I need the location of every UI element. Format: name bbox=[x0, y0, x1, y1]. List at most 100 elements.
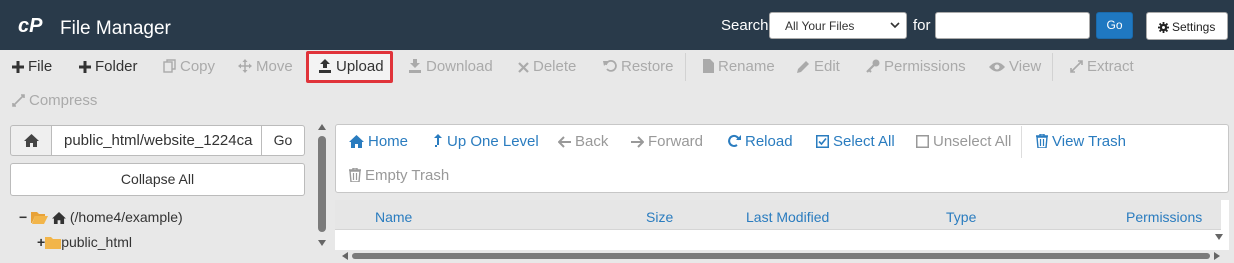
forward-button[interactable]: Forward bbox=[631, 133, 703, 150]
delete-button[interactable]: Delete bbox=[518, 58, 576, 75]
tree-item-public-html[interactable]: + public_html bbox=[37, 234, 132, 250]
column-header-name[interactable]: Name bbox=[375, 209, 412, 225]
app-title: File Manager bbox=[60, 18, 171, 39]
search-label: Search bbox=[721, 17, 769, 34]
select-all-label: Select All bbox=[833, 133, 895, 150]
settings-label: Settings bbox=[1172, 20, 1216, 34]
compress-label: Compress bbox=[29, 92, 98, 109]
permissions-button[interactable]: Permissions bbox=[866, 58, 966, 75]
left-scrollbar-thumb[interactable] bbox=[318, 136, 326, 232]
copy-label: Copy bbox=[180, 58, 216, 75]
arrow-left-icon bbox=[558, 136, 571, 148]
file-icon bbox=[703, 59, 714, 73]
home-icon bbox=[349, 135, 364, 148]
new-folder-label: Folder bbox=[95, 58, 138, 75]
scroll-left-arrow-icon[interactable] bbox=[342, 252, 348, 260]
chevron-down-icon bbox=[890, 20, 900, 30]
home-label: Home bbox=[368, 133, 409, 150]
upload-icon bbox=[319, 59, 331, 73]
plus-icon bbox=[79, 61, 91, 73]
download-label: Download bbox=[426, 58, 493, 75]
tree-item-home[interactable]: − (/home4/example) bbox=[19, 209, 183, 225]
level-up-icon bbox=[434, 134, 442, 147]
upload-label: Upload bbox=[336, 58, 384, 75]
checkbox-empty-icon bbox=[916, 135, 929, 148]
forward-label: Forward bbox=[648, 133, 704, 150]
scroll-up-arrow-icon[interactable] bbox=[318, 124, 326, 130]
gear-icon bbox=[1158, 22, 1169, 33]
cpanel-logo-icon[interactable]: cP bbox=[18, 14, 50, 36]
actions-divider bbox=[1021, 126, 1022, 158]
back-label: Back bbox=[575, 133, 609, 150]
rename-label: Rename bbox=[718, 58, 775, 75]
trash-icon bbox=[349, 168, 361, 182]
extract-button[interactable]: Extract bbox=[1070, 58, 1134, 75]
restore-button[interactable]: Restore bbox=[603, 58, 674, 75]
toolbar-divider bbox=[1052, 53, 1053, 81]
tree-item-label: (/home4/example) bbox=[69, 209, 183, 225]
scroll-down-arrow-icon[interactable] bbox=[318, 240, 326, 246]
expand-icon bbox=[1070, 60, 1083, 73]
undo-icon bbox=[603, 60, 617, 72]
checkbox-checked-icon bbox=[816, 135, 829, 148]
toolbar-divider bbox=[685, 53, 686, 81]
column-header-type[interactable]: Type bbox=[946, 209, 976, 225]
reload-button[interactable]: Reload bbox=[727, 133, 793, 150]
new-folder-button[interactable]: Folder bbox=[79, 58, 138, 75]
compress-button[interactable]: Compress bbox=[12, 92, 97, 109]
permissions-label: Permissions bbox=[884, 58, 966, 75]
search-scope-value: All Your Files bbox=[785, 19, 855, 33]
upload-button[interactable]: Upload bbox=[318, 58, 384, 75]
view-label: View bbox=[1009, 58, 1042, 75]
copy-button[interactable]: Copy bbox=[163, 58, 215, 75]
path-go-button[interactable]: Go bbox=[261, 125, 305, 156]
table-scroll-down-icon[interactable] bbox=[1215, 234, 1223, 240]
move-button[interactable]: Move bbox=[238, 58, 293, 75]
plus-icon bbox=[12, 61, 24, 73]
column-header-permissions[interactable]: Permissions bbox=[1126, 209, 1202, 225]
path-input[interactable]: public_html/website_1224ca bbox=[51, 125, 262, 156]
compress-icon bbox=[12, 94, 25, 107]
collapse-all-button[interactable]: Collapse All bbox=[10, 163, 305, 196]
download-button[interactable]: Download bbox=[408, 58, 493, 75]
expand-toggle[interactable]: + bbox=[37, 234, 45, 250]
refresh-icon bbox=[728, 134, 741, 147]
search-go-button[interactable]: Go bbox=[1096, 12, 1133, 39]
search-input[interactable] bbox=[935, 12, 1090, 39]
edit-label: Edit bbox=[814, 58, 840, 75]
settings-button[interactable]: Settings bbox=[1146, 12, 1228, 40]
view-button[interactable]: View bbox=[989, 58, 1041, 75]
view-trash-button[interactable]: View Trash bbox=[1036, 133, 1126, 150]
trash-icon bbox=[1036, 134, 1048, 148]
rename-button[interactable]: Rename bbox=[703, 58, 775, 75]
empty-trash-label: Empty Trash bbox=[365, 167, 450, 184]
folder-open-icon bbox=[31, 212, 49, 224]
view-trash-label: View Trash bbox=[1052, 133, 1126, 150]
empty-trash-button[interactable]: Empty Trash bbox=[349, 167, 449, 184]
home-icon bbox=[24, 134, 39, 147]
scroll-right-arrow-icon[interactable] bbox=[1214, 252, 1220, 260]
move-label: Move bbox=[256, 58, 293, 75]
edit-button[interactable]: Edit bbox=[797, 58, 840, 75]
horizontal-scrollbar-thumb[interactable] bbox=[352, 253, 1210, 259]
search-scope-select[interactable]: All Your Files bbox=[769, 12, 907, 39]
tree-item-label: public_html bbox=[61, 234, 133, 250]
unselect-all-button[interactable]: Unselect All bbox=[916, 133, 1011, 150]
column-header-size[interactable]: Size bbox=[646, 209, 673, 225]
move-arrows-icon bbox=[238, 59, 252, 73]
home-icon bbox=[52, 212, 66, 224]
folder-icon bbox=[45, 237, 62, 249]
arrow-right-icon bbox=[631, 136, 644, 148]
svg-text:cP: cP bbox=[18, 15, 43, 36]
extract-label: Extract bbox=[1087, 58, 1134, 75]
pencil-icon bbox=[797, 61, 809, 73]
collapse-toggle[interactable]: − bbox=[19, 209, 27, 225]
home-button[interactable]: Home bbox=[349, 133, 408, 150]
new-file-button[interactable]: File bbox=[12, 58, 52, 75]
close-icon bbox=[518, 62, 529, 73]
select-all-button[interactable]: Select All bbox=[816, 133, 895, 150]
home-path-button[interactable] bbox=[10, 125, 52, 156]
up-one-level-button[interactable]: Up One Level bbox=[433, 133, 539, 150]
back-button[interactable]: Back bbox=[558, 133, 608, 150]
column-header-last-modified[interactable]: Last Modified bbox=[746, 209, 829, 225]
